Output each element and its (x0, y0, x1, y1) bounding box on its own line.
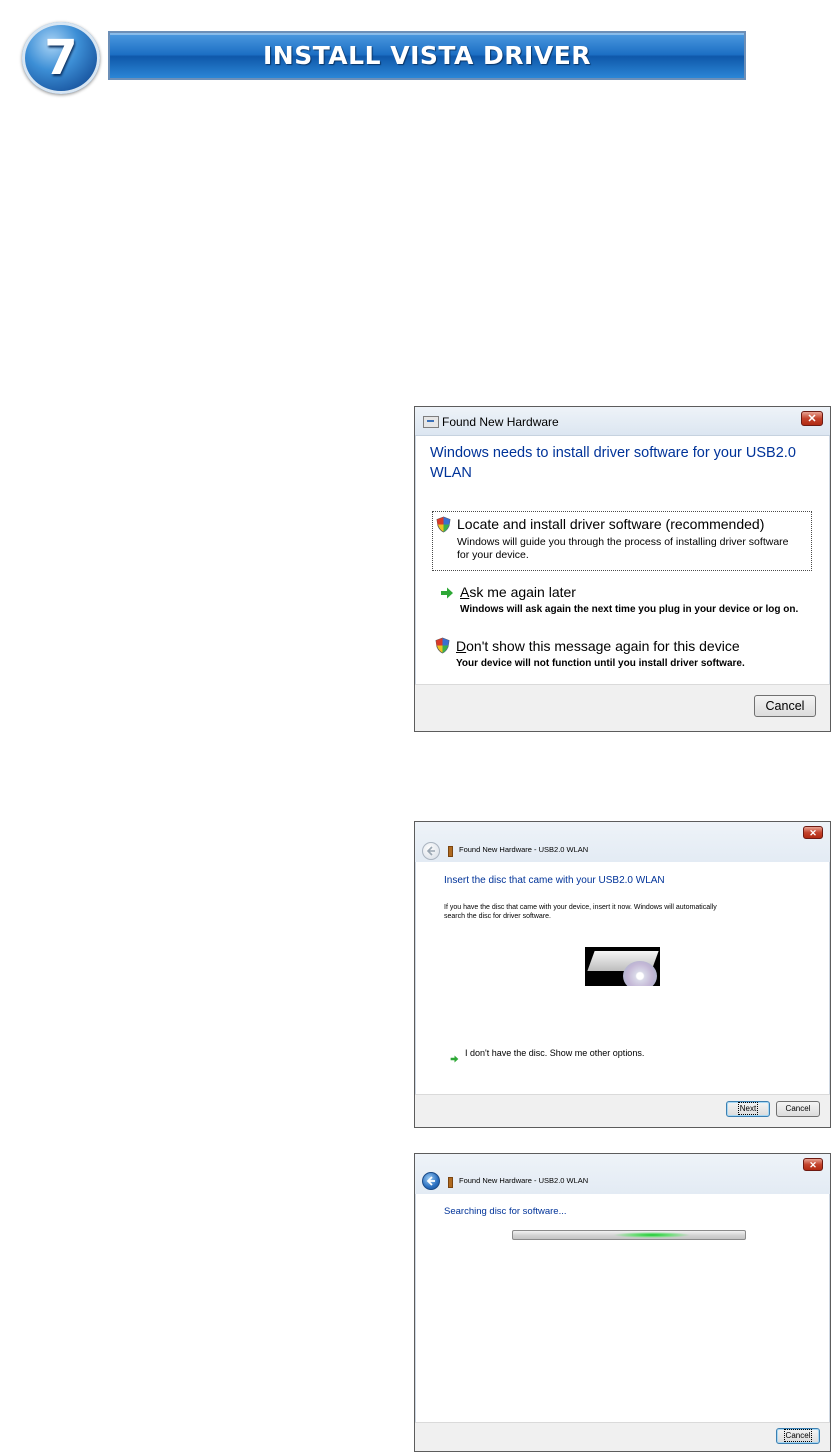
option-description: Your device will not function until you … (456, 658, 745, 669)
instruction-text: If you have the disc that came with your… (444, 904, 717, 920)
usb-device-icon (448, 846, 453, 857)
close-icon: ✕ (809, 828, 817, 838)
option-description: Windows will ask again the next time you… (460, 604, 799, 615)
title-bar: Found New Hardware ✕ (415, 407, 830, 436)
cancel-button[interactable]: Cancel (754, 695, 816, 717)
usb-device-icon (448, 1177, 453, 1188)
close-button[interactable]: ✕ (801, 411, 823, 426)
close-button[interactable]: ✕ (803, 1158, 823, 1171)
progress-indicator (613, 1232, 691, 1238)
hardware-icon (423, 416, 439, 428)
section-banner: INSTALL VISTA DRIVER (108, 31, 746, 80)
dialog-heading: Searching disc for software... (444, 1206, 567, 1217)
next-button[interactable]: Next (726, 1101, 770, 1117)
dialog-heading: Insert the disc that came with your USB2… (444, 875, 665, 886)
close-icon: ✕ (807, 413, 817, 425)
green-arrow-icon (440, 586, 454, 604)
step-number: 7 (44, 30, 78, 86)
step-number-badge: 7 (22, 22, 100, 94)
close-button[interactable]: ✕ (803, 826, 823, 839)
window-title: Found New Hardware - USB2.0 WLAN (459, 845, 589, 854)
found-new-hardware-dialog: Found New Hardware ✕ Windows needs to in… (414, 406, 831, 732)
progress-bar (512, 1230, 746, 1240)
option-ask-later[interactable]: Ask me again later Windows will ask agai… (432, 581, 812, 619)
shield-icon (436, 516, 451, 538)
close-icon: ✕ (809, 1160, 817, 1170)
option-description: Windows will guide you through the proce… (457, 536, 789, 561)
disc-drive-image (585, 947, 660, 986)
insert-disc-dialog: ✕ Found New Hardware - USB2.0 WLAN Inser… (414, 821, 831, 1128)
no-disc-link-text: I don't have the disc. Show me other opt… (465, 1048, 645, 1058)
cancel-button[interactable]: Cancel (776, 1101, 820, 1117)
dialog-footer: Cancel (415, 684, 830, 731)
cancel-button[interactable]: Cancel (776, 1428, 820, 1444)
green-arrow-icon (450, 1050, 459, 1068)
option-title: Locate and install driver software (reco… (457, 516, 765, 532)
window-title: Found New Hardware - USB2.0 WLAN (459, 1176, 589, 1185)
option-title: Don't show this message again for this d… (456, 638, 740, 654)
shield-icon (435, 637, 450, 659)
dialog-heading: Windows needs to install driver software… (430, 445, 796, 481)
searching-disc-dialog: ✕ Found New Hardware - USB2.0 WLAN Searc… (414, 1153, 831, 1452)
back-button[interactable] (422, 842, 440, 860)
back-button[interactable] (422, 1172, 440, 1190)
option-dont-show[interactable]: Don't show this message again for this d… (432, 635, 812, 673)
title-bar: ✕ Found New Hardware - USB2.0 WLAN (415, 1154, 830, 1194)
banner-title: INSTALL VISTA DRIVER (262, 41, 592, 70)
dialog-footer: Cancel (415, 1422, 830, 1451)
window-title: Found New Hardware (442, 415, 559, 429)
dialog-footer: Next Cancel (415, 1094, 830, 1127)
title-bar: ✕ Found New Hardware - USB2.0 WLAN (415, 822, 830, 862)
option-title: Ask me again later (460, 584, 576, 600)
option-locate-install[interactable]: Locate and install driver software (reco… (432, 511, 812, 571)
